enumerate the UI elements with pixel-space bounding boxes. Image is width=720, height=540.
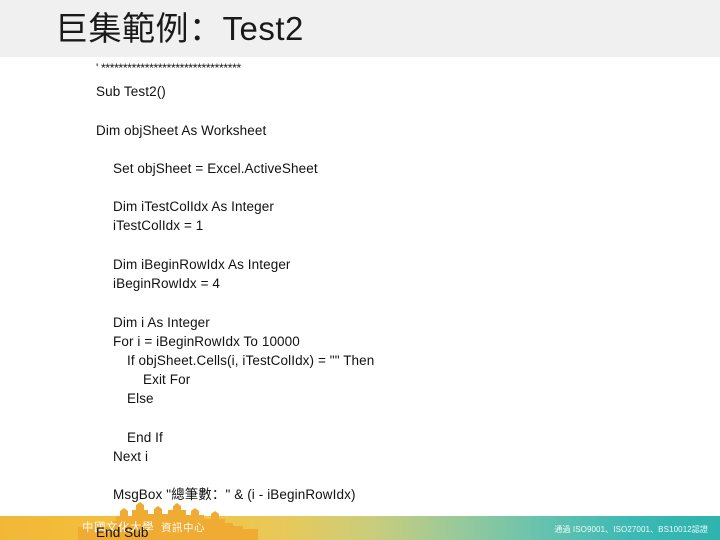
code-line: Next i bbox=[113, 449, 149, 464]
code-line: iTestColIdx = 1 bbox=[113, 218, 204, 233]
code-line: For i = iBeginRowIdx To 10000 bbox=[113, 334, 300, 349]
code-line: If objSheet.Cells(i, iTestColIdx) = "" T… bbox=[127, 353, 375, 368]
code-line: Else bbox=[127, 391, 154, 406]
code-block: ' ******************************** Sub T… bbox=[0, 57, 720, 540]
code-line: End If bbox=[127, 430, 163, 445]
department-name: 資訊中心 bbox=[161, 522, 205, 534]
slide: 巨集範例：Test2 ' ***************************… bbox=[0, 0, 720, 540]
code-line: ' ******************************** bbox=[96, 61, 241, 75]
code-line: Set objSheet = Excel.ActiveSheet bbox=[113, 161, 318, 176]
page-title: 巨集範例：Test2 bbox=[55, 10, 304, 47]
code-line: End Sub bbox=[96, 525, 149, 540]
code-line: iBeginRowIdx = 4 bbox=[113, 276, 221, 291]
code-line: Dim iBeginRowIdx As Integer bbox=[113, 257, 291, 272]
code-line: Dim i As Integer bbox=[113, 315, 210, 330]
code-line: Dim iTestColIdx As Integer bbox=[113, 199, 274, 214]
code-line: Dim objSheet As Worksheet bbox=[96, 123, 267, 138]
code-line: Sub Test2() bbox=[96, 84, 166, 99]
certification-text: 通過 ISO9001、ISO27001、BS10012認證 bbox=[554, 525, 708, 534]
code-line: Exit For bbox=[143, 372, 191, 387]
